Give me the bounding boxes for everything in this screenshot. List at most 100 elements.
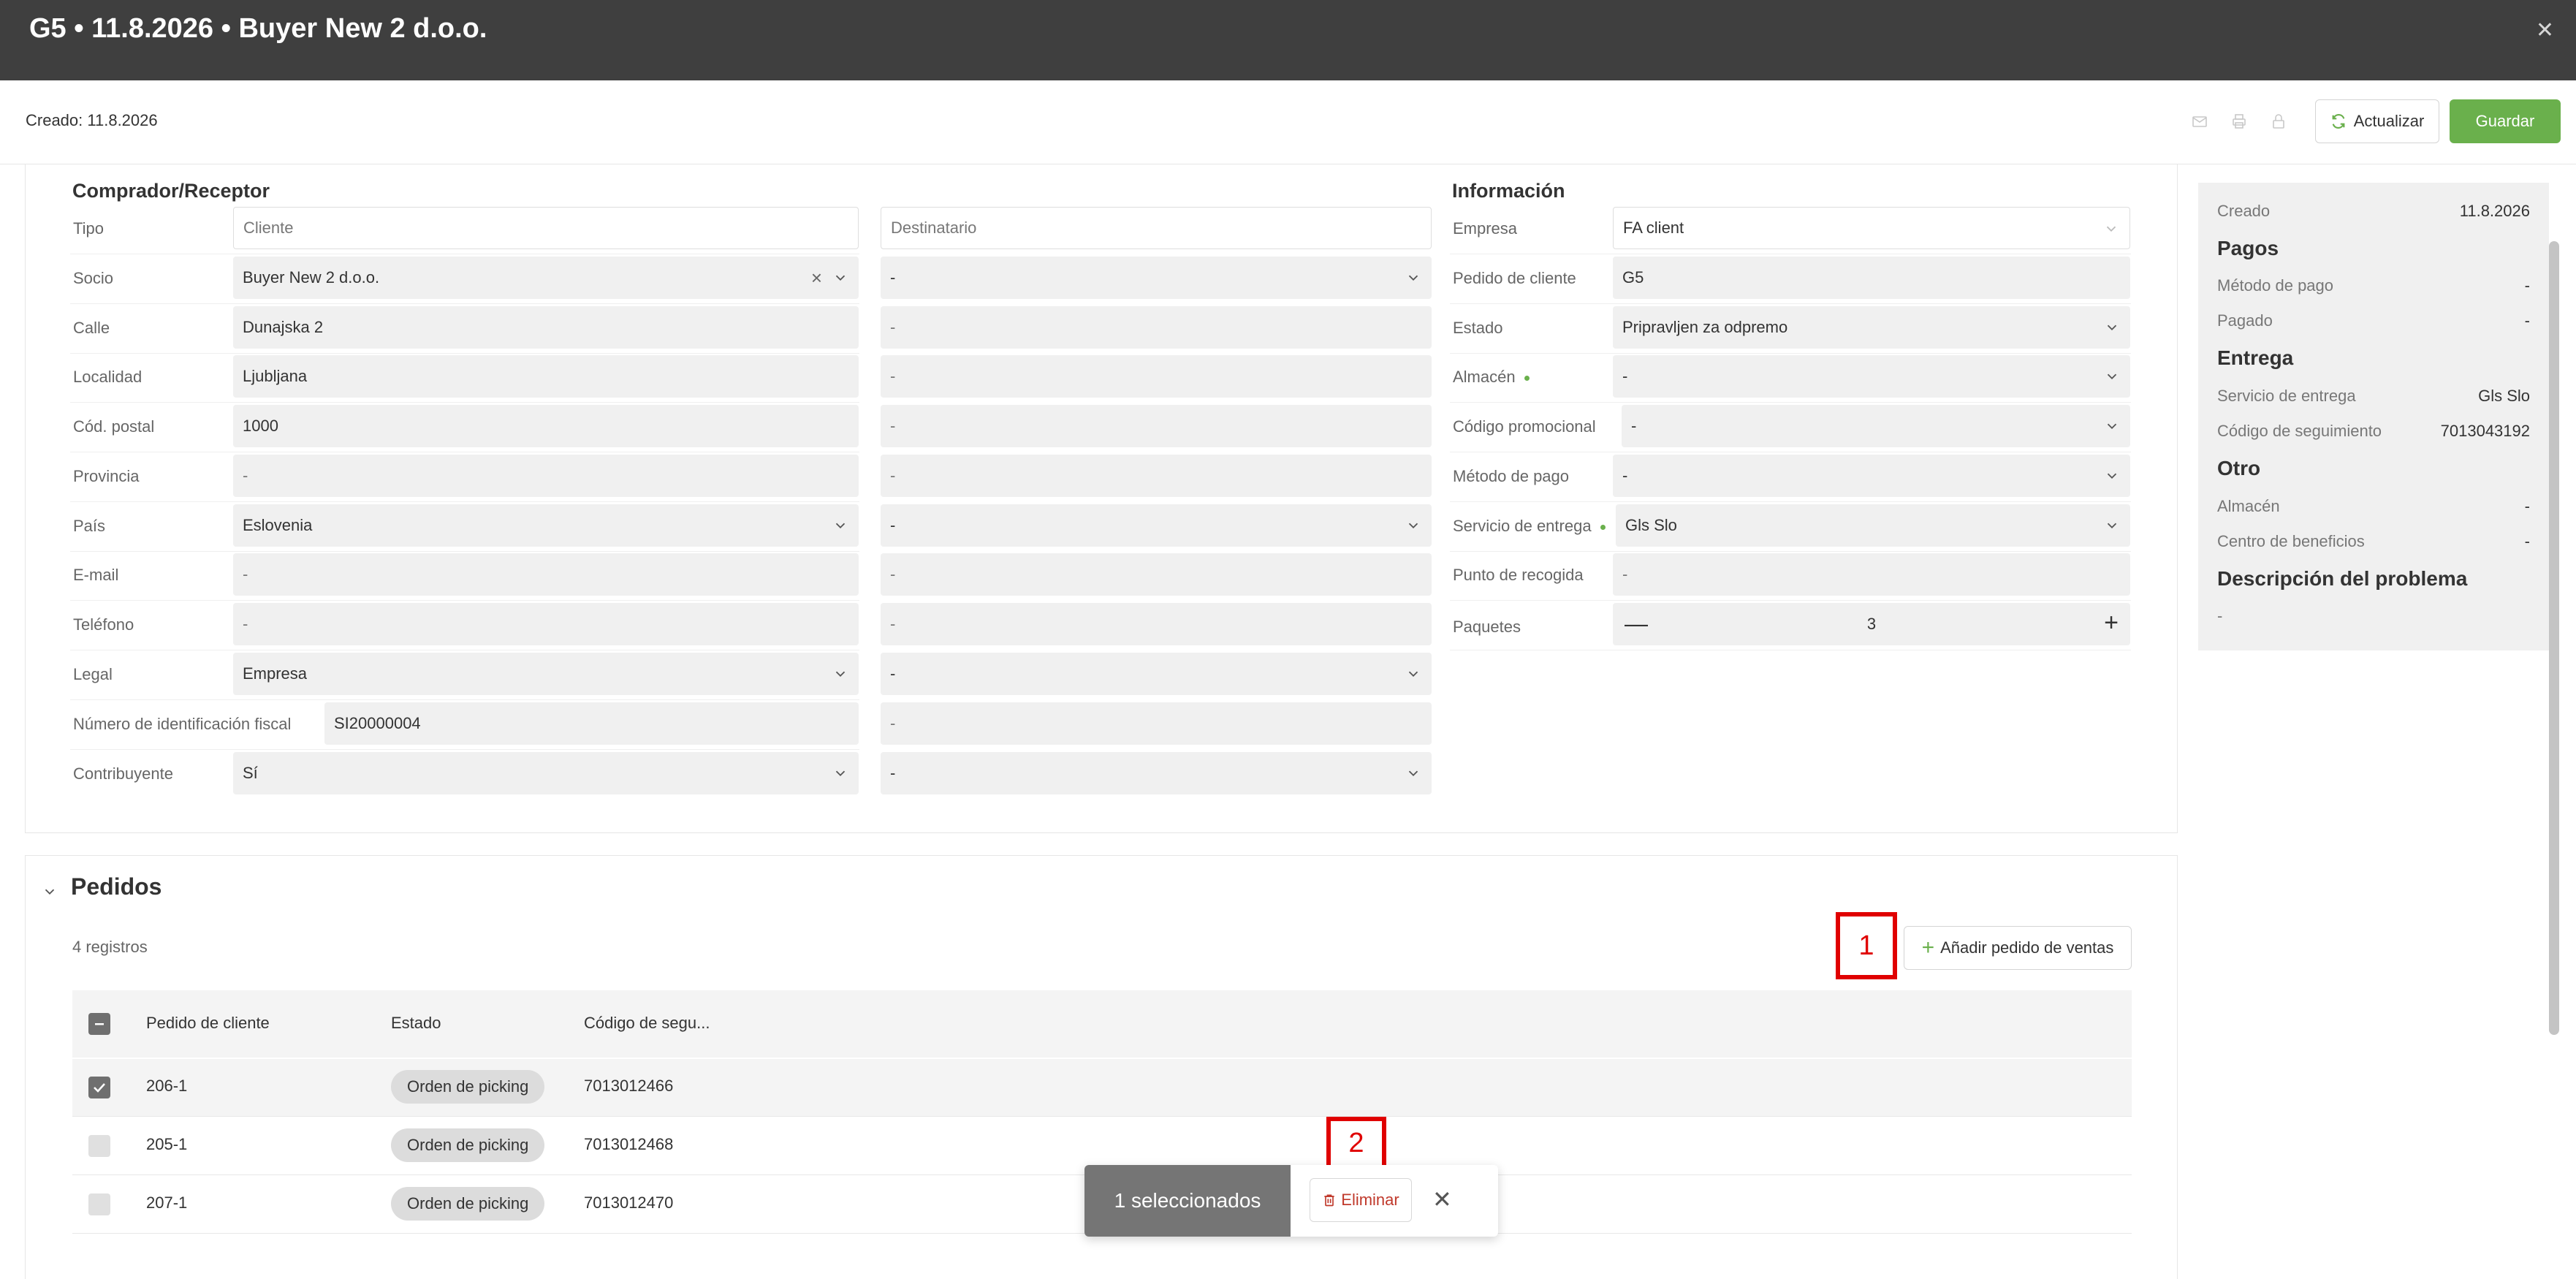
type-field[interactable]: Cliente <box>233 207 859 249</box>
chevron-down-icon[interactable] <box>2104 319 2120 335</box>
country-select[interactable]: Eslovenia <box>233 504 859 547</box>
recipient-city-input[interactable]: - <box>881 355 1432 398</box>
side-delivery-service-value: Gls Slo <box>2478 387 2530 405</box>
plus-icon[interactable]: + <box>2104 609 2119 637</box>
recipient-country-value: - <box>890 516 896 534</box>
city-input[interactable]: Ljubljana <box>233 355 859 398</box>
recipient-email-input[interactable]: - <box>881 553 1432 596</box>
pickup-point-input[interactable]: - <box>1613 553 2130 596</box>
chevron-down-icon[interactable] <box>2103 221 2119 237</box>
close-icon[interactable]: ✕ <box>1432 1185 1452 1213</box>
divider <box>70 303 859 304</box>
status-badge: Orden de picking <box>391 1187 545 1221</box>
chevron-down-icon[interactable] <box>1405 517 1421 534</box>
chevron-down-icon[interactable] <box>2104 468 2120 484</box>
recipient-phone-input[interactable]: - <box>881 603 1432 645</box>
tracking-cell: 7013012466 <box>584 1077 674 1095</box>
divider <box>1450 600 2131 601</box>
postal-label: Cód. postal <box>73 417 155 436</box>
legal-select[interactable]: Empresa <box>233 653 859 695</box>
divider <box>70 501 859 502</box>
street-input[interactable]: Dunajska 2 <box>233 306 859 349</box>
minus-icon[interactable]: — <box>1625 610 1648 637</box>
close-icon[interactable]: ✕ <box>2536 18 2554 43</box>
recipient-type-field[interactable]: Destinatario <box>881 207 1432 249</box>
divider <box>70 551 859 552</box>
taxpayer-select[interactable]: Sí <box>233 752 859 794</box>
street-label: Calle <box>73 319 110 337</box>
chevron-down-icon[interactable] <box>832 666 848 682</box>
problem-heading: Descripción del problema <box>2217 567 2468 590</box>
delivery-service-label: Servicio de entrega <box>1453 517 1606 536</box>
company-value: FA client <box>1623 219 1684 237</box>
column-header-order[interactable]: Pedido de cliente <box>146 1014 270 1033</box>
row-checkbox[interactable] <box>88 1077 110 1098</box>
tracking-cell: 7013012468 <box>584 1135 674 1153</box>
required-dot <box>1600 524 1606 530</box>
lock-icon[interactable] <box>2270 113 2287 130</box>
recipient-partner-value: - <box>890 268 896 286</box>
row-checkbox[interactable] <box>88 1135 110 1157</box>
phone-input[interactable]: - <box>233 603 859 645</box>
chevron-down-icon[interactable] <box>1405 666 1421 682</box>
created-date: Creado: 11.8.2026 <box>26 111 158 129</box>
email-input[interactable]: - <box>233 553 859 596</box>
status-select[interactable]: Pripravljen za odpremo <box>1613 306 2130 349</box>
column-header-tracking[interactable]: Código de segu... <box>584 1014 710 1033</box>
print-icon[interactable] <box>2230 113 2248 130</box>
recipient-taxpayer-select[interactable]: - <box>881 752 1432 794</box>
refresh-button[interactable]: Actualizar <box>2315 99 2439 143</box>
province-label: Provincia <box>73 467 140 485</box>
table-row[interactable]: 206-1 Orden de picking 7013012466 <box>72 1059 2132 1117</box>
recipient-postal-input[interactable]: - <box>881 405 1432 447</box>
row-checkbox[interactable] <box>88 1193 110 1215</box>
recipient-country-select[interactable]: - <box>881 504 1432 547</box>
delete-button[interactable]: Eliminar <box>1310 1178 1412 1222</box>
side-created-value: 11.8.2026 <box>2459 202 2530 220</box>
divider <box>1450 303 2131 304</box>
select-all-checkbox[interactable] <box>88 1013 110 1035</box>
chevron-down-icon[interactable] <box>2104 368 2120 384</box>
clear-icon[interactable]: × <box>811 267 822 289</box>
chevron-down-icon[interactable] <box>2104 517 2120 534</box>
partner-select[interactable]: Buyer New 2 d.o.o. × <box>233 257 859 299</box>
recipient-legal-select[interactable]: - <box>881 653 1432 695</box>
add-sales-order-button[interactable]: + Añadir pedido de ventas <box>1904 926 2132 970</box>
toolbar: Creado: 11.8.2026 Actualizar Guardar <box>0 80 2576 164</box>
country-value: Eslovenia <box>243 516 313 534</box>
divider <box>1450 501 2131 502</box>
summary-panel: Creado 11.8.2026 Pagos Método de pago - … <box>2198 183 2549 650</box>
status-value: Pripravljen za odpremo <box>1622 318 1788 336</box>
scrollbar[interactable] <box>2549 241 2559 1035</box>
chevron-down-icon[interactable] <box>832 270 848 286</box>
side-payment-method-label: Método de pago <box>2217 276 2334 295</box>
province-input[interactable]: - <box>233 455 859 497</box>
recipient-street-input[interactable]: - <box>881 306 1432 349</box>
recipient-province-input[interactable]: - <box>881 455 1432 497</box>
customer-order-input[interactable]: G5 <box>1613 257 2130 299</box>
chevron-down-icon[interactable] <box>832 517 848 534</box>
mail-icon[interactable] <box>2191 113 2208 130</box>
payment-method-select[interactable]: - <box>1613 455 2130 497</box>
save-button[interactable]: Guardar <box>2450 99 2561 143</box>
chevron-down-icon[interactable] <box>1405 270 1421 286</box>
delivery-service-select[interactable]: Gls Slo <box>1616 504 2130 547</box>
chevron-down-icon[interactable] <box>1405 765 1421 781</box>
problem-value: - <box>2217 607 2223 625</box>
recipient-tax-id-input[interactable]: - <box>881 702 1432 745</box>
company-label: Empresa <box>1453 219 1518 238</box>
promo-code-select[interactable]: - <box>1622 405 2130 447</box>
warehouse-value: - <box>1622 367 1628 385</box>
postal-input[interactable]: 1000 <box>233 405 859 447</box>
recipient-partner-select[interactable]: - <box>881 257 1432 299</box>
chevron-down-icon[interactable] <box>832 765 848 781</box>
column-header-status[interactable]: Estado <box>391 1014 441 1033</box>
packages-stepper[interactable]: — 3 + <box>1613 603 2130 645</box>
chevron-down-icon[interactable] <box>42 884 58 900</box>
chevron-down-icon[interactable] <box>2104 418 2120 434</box>
warehouse-select[interactable]: - <box>1613 355 2130 398</box>
delete-label: Eliminar <box>1341 1191 1399 1209</box>
tax-id-input[interactable]: SI20000004 <box>324 702 859 745</box>
divider <box>1450 353 2131 354</box>
company-select[interactable]: FA client <box>1613 207 2130 249</box>
